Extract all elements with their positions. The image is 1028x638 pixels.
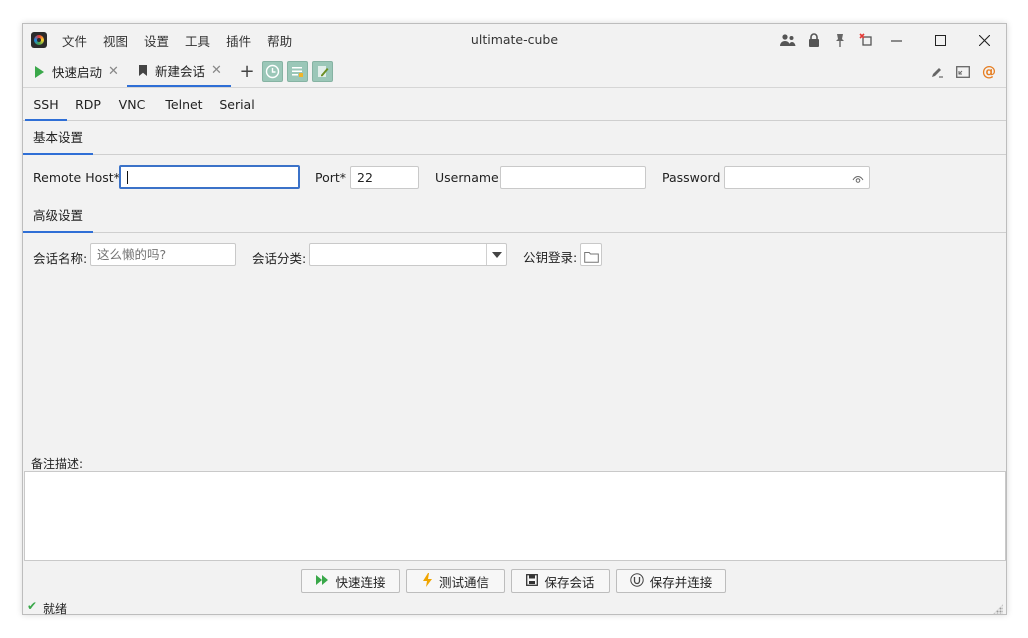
notes-textarea[interactable] [24,471,1006,561]
eye-icon[interactable] [852,171,864,192]
status-text: 就绪 [43,602,68,616]
chevron-down-icon[interactable] [486,244,506,265]
session-category-select[interactable] [309,243,507,266]
notes-label: 备注描述: [31,457,84,471]
protocol-tabs: SSH RDP VNC Telnet Serial [23,89,1006,121]
history-clock-icon[interactable] [262,61,283,82]
port-label: Port* [315,170,347,185]
password-input[interactable] [724,166,870,189]
menu-tools[interactable]: 工具 [185,31,210,50]
quick-connect-button[interactable]: 快速连接 [301,569,400,593]
pen-icon[interactable] [924,56,950,87]
quick-connect-label: 快速连接 [335,574,386,590]
session-tab-bar: 快速启动 ✕ 新建会话 ✕ + @ [23,56,1006,88]
window-controls [874,24,1006,56]
session-name-label: 会话名称: [33,251,88,266]
save-and-connect-label: 保存并连接 [649,574,713,590]
session-category-label: 会话分类: [252,251,307,266]
menu-settings[interactable]: 设置 [144,31,169,50]
port-input[interactable]: 22 [350,166,419,189]
save-session-label: 保存会话 [544,574,595,590]
tab-label: 新建会话 [155,64,206,79]
menu-view[interactable]: 视图 [103,31,128,50]
menu-plugins[interactable]: 插件 [226,31,251,50]
play-icon [35,65,44,78]
remote-host-input[interactable] [119,165,300,189]
edit-note-icon[interactable] [312,61,333,82]
save-and-connect-button[interactable]: 保存并连接 [616,569,726,593]
checkmark-icon: ✔ [27,599,38,613]
pin-icon[interactable] [827,24,853,56]
test-connection-button[interactable]: 测试通信 [406,569,505,593]
pubkey-login-label: 公钥登录: [523,250,578,265]
tab-rdp[interactable]: RDP [69,89,107,121]
tab-serial[interactable]: Serial [215,89,259,121]
menu-file[interactable]: 文件 [62,31,87,50]
right-toolbar: @ [924,56,1002,87]
tab-ssh[interactable]: SSH [25,89,67,121]
tab-quick-start[interactable]: 快速启动 ✕ [23,56,127,87]
lightning-icon [422,572,433,590]
session-list-icon[interactable] [287,61,308,82]
pubkey-browse-button[interactable] [580,243,602,266]
at-sign-icon[interactable]: @ [976,56,1002,87]
bookmark-icon [139,65,147,76]
username-label: Username [435,170,499,185]
close-icon[interactable] [962,24,1006,56]
status-bar: ✔ 就绪 [23,599,1006,616]
tab-close-icon[interactable]: ✕ [108,64,119,79]
title-bar: 文件 视图 设置 工具 插件 帮助 ultimate-cube [23,24,1006,56]
title-toolbar [775,24,879,56]
minimize-icon[interactable] [874,24,918,56]
basic-settings-section: 基本设置 [23,122,1006,155]
basic-settings-header[interactable]: 基本设置 [23,122,94,155]
test-connection-label: 测试通信 [438,574,489,590]
add-tab-button[interactable]: + [237,56,257,87]
app-logo-icon [31,32,47,48]
app-window: 文件 视图 设置 工具 插件 帮助 ultimate-cube 快速启动 ✕ 新… [22,23,1007,616]
save-session-button[interactable]: 保存会话 [511,569,610,593]
screen-icon[interactable] [950,56,976,87]
advanced-settings-section: 高级设置 [23,200,1006,233]
maximize-icon[interactable] [918,24,962,56]
resize-grip-icon[interactable] [993,604,1003,614]
save-disk-icon [526,573,539,589]
tab-vnc[interactable]: VNC [113,89,151,121]
tab-telnet[interactable]: Telnet [161,89,207,121]
remote-host-label: Remote Host* [33,170,120,185]
users-icon[interactable] [775,24,801,56]
menu-help[interactable]: 帮助 [267,31,292,50]
tab-label: 快速启动 [52,65,103,80]
logo-u-icon [630,572,644,590]
menu-bar: 文件 视图 设置 工具 插件 帮助 [62,24,308,56]
session-name-input[interactable] [90,243,236,266]
fast-forward-icon [315,574,329,588]
lock-icon[interactable] [801,24,827,56]
username-input[interactable] [500,166,646,189]
advanced-settings-header[interactable]: 高级设置 [23,200,94,233]
folder-icon [584,248,599,269]
text-caret [127,171,128,184]
tab-close-icon[interactable]: ✕ [211,63,222,78]
tab-new-session[interactable]: 新建会话 ✕ [127,56,231,87]
password-label: Password [662,170,721,185]
